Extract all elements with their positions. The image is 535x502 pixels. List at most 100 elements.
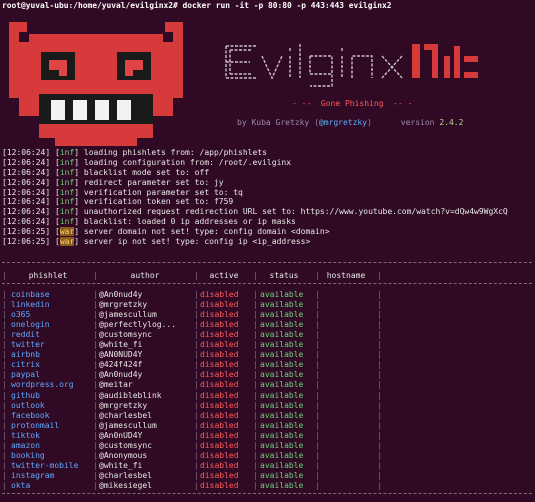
- column-separator: |: [2, 480, 7, 490]
- log-level: inf: [59, 207, 75, 217]
- column-separator: |: [315, 370, 320, 380]
- log-line: [12:06:25] [war] server domain not set! …: [2, 227, 330, 237]
- column-separator: |: [93, 440, 98, 450]
- phishlet-cell: github: [11, 390, 40, 400]
- active-cell: disabled: [200, 460, 239, 470]
- status-cell: available: [260, 390, 304, 400]
- column-separator: |: [194, 290, 199, 300]
- log-level: inf: [59, 148, 75, 157]
- log-timestamp: [12:06:24]: [2, 167, 51, 177]
- column-separator: |: [2, 410, 7, 420]
- column-separator: |: [315, 360, 320, 370]
- column-separator: |: [377, 350, 382, 360]
- author-cell: @An0nud4y: [99, 290, 143, 300]
- author-cell: @An0nud4y: [99, 370, 143, 380]
- column-header-status: status: [269, 271, 299, 280]
- status-cell: available: [260, 320, 304, 330]
- author-cell: @jamescullum: [99, 310, 157, 320]
- active-cell: disabled: [200, 290, 239, 300]
- log-timestamp: [12:06:24]: [2, 197, 51, 207]
- column-separator: |: [315, 410, 320, 420]
- table-row: | citrix | @424f424f | disabled | available | |: [2, 360, 532, 370]
- table-row: | github | @audibleblink | disabled | available…: [2, 391, 532, 401]
- column-separator: |: [315, 430, 320, 440]
- column-separator: |: [2, 370, 7, 380]
- column-separator: |: [253, 340, 258, 350]
- active-cell: disabled: [200, 350, 239, 360]
- author-cell: @customsync: [99, 330, 152, 340]
- column-separator: |: [253, 410, 258, 420]
- author-cell: @meitar: [99, 380, 133, 390]
- column-separator: |: [253, 400, 258, 410]
- table-row: | o365 | @jamescullum | disabled | available | |: [2, 310, 532, 320]
- column-header-author: author: [130, 271, 160, 280]
- column-separator: |: [253, 450, 258, 460]
- author-cell: @white_fi: [99, 460, 143, 470]
- column-separator: |: [253, 420, 258, 430]
- phishlet-cell: o365: [11, 310, 31, 320]
- log-timestamp: [12:06:25]: [2, 237, 51, 247]
- column-separator: |: [194, 350, 199, 360]
- active-cell: disabled: [200, 470, 239, 480]
- column-separator: |: [315, 450, 320, 460]
- author-cell: @424f424f: [99, 360, 143, 370]
- table-row: | twitter-mobile | @white_fi | disabled | avail…: [2, 461, 532, 471]
- active-cell: disabled: [200, 320, 239, 330]
- status-cell: available: [260, 360, 304, 370]
- active-cell: disabled: [200, 340, 239, 350]
- log-level: inf: [59, 167, 75, 177]
- column-separator: |: [93, 340, 98, 350]
- author-cell: @perfectlylog...: [99, 320, 177, 330]
- column-separator: |: [253, 380, 258, 390]
- active-cell: disabled: [200, 370, 239, 380]
- status-cell: available: [260, 350, 304, 360]
- column-separator: |: [2, 380, 7, 390]
- column-separator: |: [93, 450, 98, 460]
- log-message: redirect parameter set to: jy: [83, 177, 224, 187]
- column-separator: |: [377, 320, 382, 330]
- column-separator: |: [194, 430, 199, 440]
- terminal-window[interactable]: root@yuval-ubu:/home/yuval/evilginx2# do…: [0, 0, 535, 499]
- phishlet-cell: amazon: [11, 440, 40, 450]
- log-line: [12:06:24] [inf] redirect parameter set …: [2, 177, 224, 187]
- column-separator: |: [377, 360, 382, 370]
- column-separator: |: [253, 360, 258, 370]
- status-cell: available: [260, 300, 304, 310]
- column-separator: |: [253, 290, 258, 300]
- author-cell: @charlesbel: [99, 410, 152, 420]
- column-separator: |: [2, 440, 7, 450]
- column-separator: |: [315, 350, 320, 360]
- author-handle: @mrgretzky: [318, 118, 368, 127]
- log-output: [12:06:24] [inf] loading phishlets from:…: [2, 148, 532, 247]
- log-message: loading configuration from: /root/.evilg…: [83, 157, 292, 167]
- column-separator: |: [377, 410, 382, 420]
- active-cell: disabled: [200, 310, 239, 320]
- column-separator: |: [2, 360, 7, 370]
- phishlet-cell: onelogin: [11, 320, 50, 330]
- status-cell: available: [260, 370, 304, 380]
- active-cell: disabled: [200, 420, 239, 430]
- column-separator: |: [93, 380, 98, 390]
- table-row: | amazon | @customsync | disabled | available | |: [2, 441, 532, 451]
- log-level: inf: [59, 177, 75, 187]
- column-separator: |: [315, 390, 320, 400]
- phishlet-cell: coinbase: [11, 290, 50, 300]
- column-separator: |: [2, 450, 7, 460]
- column-separator: |: [93, 310, 98, 320]
- tagline: - -- Gone Phishing -- -: [292, 99, 413, 108]
- evilginx-devil-logo: [9, 22, 183, 146]
- active-cell: disabled: [200, 360, 239, 370]
- column-separator: |: [194, 310, 199, 320]
- column-separator: |: [253, 370, 258, 380]
- column-separator: |: [377, 290, 382, 300]
- author-cell: @mikesiegel: [99, 480, 152, 490]
- column-separator: |: [93, 410, 98, 420]
- column-separator: |: [315, 330, 320, 340]
- column-separator: |: [93, 350, 98, 360]
- log-message: server domain not set! type: config doma…: [83, 227, 330, 237]
- log-level: inf: [59, 197, 75, 207]
- table-bottom-rule: [2, 492, 532, 502]
- column-separator: |: [315, 400, 320, 410]
- column-separator: |: [194, 330, 199, 340]
- table-row: | airbnb | @AN0NUD4Y | disabled | available | |: [2, 350, 532, 360]
